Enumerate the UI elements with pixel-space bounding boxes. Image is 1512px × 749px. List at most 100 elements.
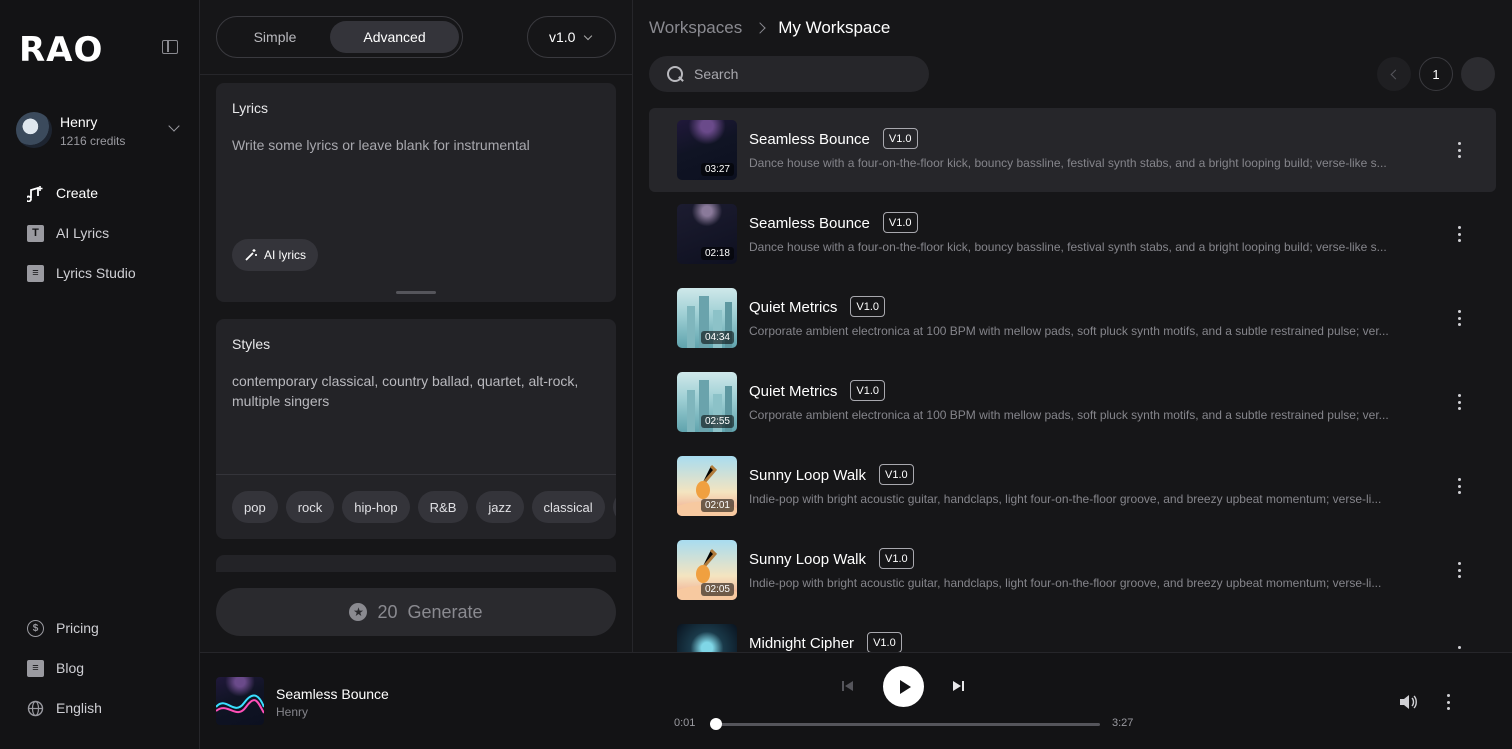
song-row[interactable]: 02:05 Sunny Loop Walk V1.0 Indie-pop with b… — [649, 528, 1496, 612]
song-title: Quiet Metrics — [749, 383, 838, 400]
version-badge: V1.0 — [879, 548, 914, 569]
chevron-right-icon — [754, 22, 766, 34]
previous-track-button[interactable] — [841, 679, 855, 693]
nav-pricing[interactable]: $ Pricing — [27, 617, 99, 639]
song-row[interactable]: 02:01 Sunny Loop Walk V1.0 Indie-pop with b… — [649, 444, 1496, 528]
ai-lyrics-label: AI lyrics — [264, 248, 306, 262]
generate-button[interactable]: ★ 20 Generate — [216, 588, 616, 636]
more-options-icon[interactable] — [1456, 310, 1462, 326]
divider — [216, 474, 616, 475]
workspace-panel: Workspaces My Workspace 1 03:27 Seamless … — [633, 0, 1512, 652]
more-options-icon[interactable] — [1456, 142, 1462, 158]
play-icon — [899, 679, 911, 694]
volume-icon — [1400, 695, 1417, 709]
user-credits: 1216 credits — [60, 134, 126, 148]
skip-forward-icon — [953, 681, 964, 691]
song-cover[interactable] — [677, 624, 737, 652]
ai-lyrics-button[interactable]: AI lyrics — [232, 239, 318, 271]
song-duration: 02:18 — [700, 247, 734, 260]
lyrics-card: Lyrics Write some lyrics or leave blank … — [216, 83, 616, 302]
collapse-sidebar-icon[interactable] — [162, 40, 178, 54]
song-title: Midnight Cipher — [749, 635, 855, 652]
version-select[interactable]: v1.0 — [527, 16, 616, 58]
song-description: Corporate ambient electronica at 100 BPM… — [749, 324, 1389, 338]
style-chips: pop rock hip-hop R&B jazz classical — [232, 491, 616, 523]
user-menu[interactable]: Henry 1216 credits — [16, 110, 186, 152]
chevron-left-icon — [1390, 69, 1401, 79]
song-cover[interactable]: 02:01 — [677, 456, 737, 516]
generate-label: Generate — [407, 601, 483, 622]
chevron-down-icon — [168, 120, 180, 132]
song-duration: 02:55 — [700, 415, 734, 428]
next-track-button[interactable] — [951, 679, 965, 693]
text-t-icon: T — [27, 224, 44, 242]
next-page-button[interactable] — [1461, 57, 1495, 91]
nav-blog-label: Blog — [56, 660, 85, 676]
total-time: 3:27 — [1112, 717, 1134, 729]
lyrics-input[interactable]: Write some lyrics or leave blank for ins… — [232, 135, 592, 155]
mode-advanced-button[interactable]: Advanced — [330, 21, 459, 53]
nav-ai-lyrics[interactable]: T AI Lyrics — [27, 222, 109, 244]
styles-input[interactable]: contemporary classical, country ballad, … — [232, 371, 592, 411]
avatar — [16, 112, 52, 148]
style-chip[interactable]: jazz — [476, 491, 524, 523]
prev-page-button[interactable] — [1377, 57, 1411, 91]
page-number[interactable]: 1 — [1419, 57, 1453, 91]
styles-title: Styles — [232, 336, 271, 352]
song-row[interactable]: 02:18 Seamless Bounce V1.0 Dance house with… — [649, 192, 1496, 276]
song-cover[interactable]: 02:18 — [677, 204, 737, 264]
create-panel: Simple Advanced v1.0 Lyrics Write some l… — [200, 0, 633, 652]
more-options-icon[interactable] — [1456, 394, 1462, 410]
play-button[interactable] — [883, 666, 924, 707]
style-chip[interactable]: R&B — [417, 491, 469, 523]
song-row[interactable]: 02:55 Quiet Metrics V1.0 Corporate ambient … — [649, 360, 1496, 444]
style-chip[interactable]: rock — [285, 491, 335, 523]
player-cover[interactable] — [216, 677, 264, 725]
user-name: Henry — [60, 114, 98, 130]
divider — [200, 74, 633, 75]
nav-lyrics-studio-label: Lyrics Studio — [56, 265, 136, 281]
song-row[interactable]: Midnight Cipher V1.0 — [649, 612, 1496, 652]
lyrics-title: Lyrics — [232, 100, 269, 116]
more-options-icon[interactable] — [1456, 562, 1462, 578]
style-chip[interactable]: pop — [232, 491, 278, 523]
style-chip-overflow[interactable] — [612, 491, 616, 523]
progress-knob[interactable] — [709, 718, 722, 730]
song-title: Seamless Bounce — [749, 215, 870, 232]
song-cover[interactable]: 04:34 — [677, 288, 737, 348]
player-more-icon[interactable] — [1445, 694, 1451, 710]
song-description: Indie-pop with bright acoustic guitar, h… — [749, 492, 1382, 506]
generate-cost: 20 — [377, 601, 398, 622]
song-cover[interactable]: 02:05 — [677, 540, 737, 600]
progress-bar[interactable] — [709, 718, 1100, 730]
magic-wand-icon — [245, 249, 257, 261]
nav-ai-lyrics-label: AI Lyrics — [56, 225, 110, 241]
mode-simple-button[interactable]: Simple — [221, 21, 329, 53]
nav-blog[interactable]: ≡ Blog — [27, 657, 84, 679]
player-title: Seamless Bounce — [276, 686, 389, 702]
song-title: Sunny Loop Walk — [749, 551, 867, 568]
song-cover[interactable]: 02:55 — [677, 372, 737, 432]
more-options-icon[interactable] — [1456, 226, 1462, 242]
more-options-icon[interactable] — [1456, 478, 1462, 494]
nav-lyrics-studio[interactable]: ≡ Lyrics Studio — [27, 262, 136, 284]
volume-button[interactable] — [1398, 693, 1418, 711]
globe-icon — [27, 700, 44, 717]
style-chip[interactable]: hip-hop — [342, 491, 410, 523]
search-input[interactable] — [694, 66, 914, 82]
skip-back-icon — [842, 681, 853, 691]
breadcrumb-workspaces[interactable]: Workspaces — [649, 18, 742, 38]
search-bar — [649, 56, 929, 92]
resize-handle[interactable] — [396, 291, 436, 294]
style-chip[interactable]: classical — [531, 491, 605, 523]
song-row[interactable]: 03:27 Seamless Bounce V1.0 Dance house with… — [649, 108, 1496, 192]
breadcrumb: Workspaces My Workspace — [649, 18, 890, 38]
song-description: Corporate ambient electronica at 100 BPM… — [749, 408, 1389, 422]
song-list: 03:27 Seamless Bounce V1.0 Dance house with… — [649, 108, 1496, 652]
nav-language[interactable]: English — [27, 697, 102, 719]
nav-create[interactable]: Create — [27, 182, 98, 204]
song-row[interactable]: 04:34 Quiet Metrics V1.0 Corporate ambient … — [649, 276, 1496, 360]
song-description: Dance house with a four-on-the-floor kic… — [749, 240, 1387, 254]
song-cover[interactable]: 03:27 — [677, 120, 737, 180]
song-title: Seamless Bounce — [749, 131, 870, 148]
